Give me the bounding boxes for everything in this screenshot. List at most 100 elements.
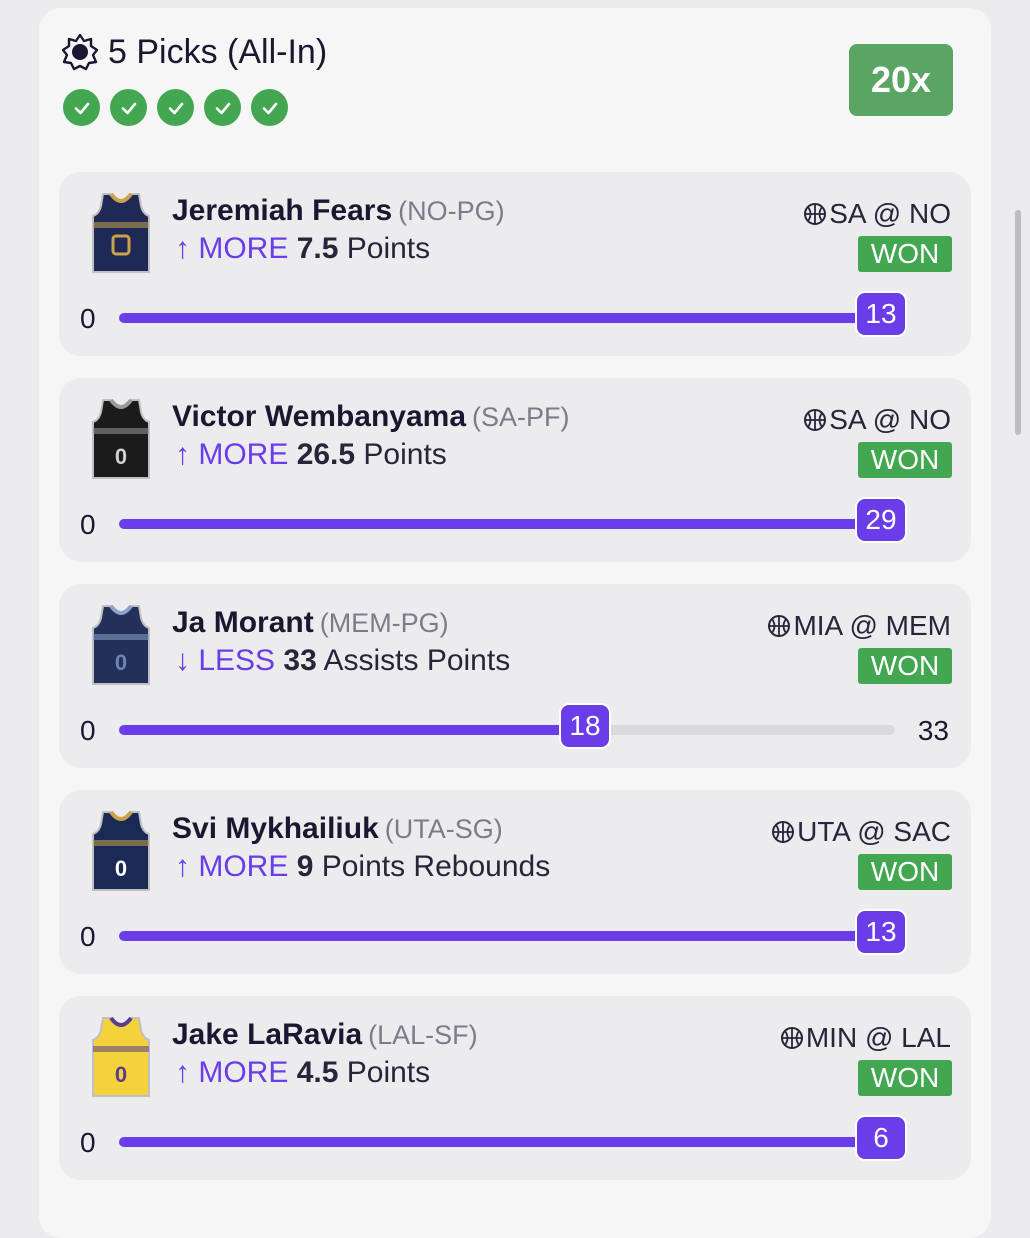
player-name-text: Victor Wembanyama [172, 400, 467, 433]
pick-target: 26.5 [296, 438, 356, 471]
actual-value-badge: 18 [559, 703, 611, 749]
progress-min: 0 [80, 303, 96, 334]
result-badge: WON [858, 854, 952, 890]
pick-stat: Assists Points [323, 644, 511, 677]
player-name: Ja Morant (MEM-PG) [172, 606, 449, 640]
jersey-number: 0 [115, 1062, 127, 1087]
game-matchup: MIN @ LAL [805, 1022, 951, 1053]
jersey-icon: 0 [92, 1016, 150, 1097]
progress-min: 0 [80, 509, 96, 540]
progress-fill [119, 313, 895, 323]
direction-arrow-icon: ↓ [175, 644, 190, 677]
direction-arrow-icon: ↑ [175, 1056, 190, 1089]
result-badge: WON [858, 442, 952, 478]
player-position: (LAL-SF) [368, 1020, 478, 1050]
pick-direction: MORE [198, 1056, 289, 1089]
progress-max: 33 [917, 715, 949, 746]
jersey-icon: 0 [92, 810, 150, 891]
game-matchup: UTA @ SAC [797, 816, 951, 847]
progress-fill [119, 1137, 895, 1147]
player-position: (NO-PG) [398, 196, 505, 226]
player-name-text: Jake LaRavia [172, 1018, 363, 1051]
jersey-icon: 0 [92, 604, 150, 685]
pick-direction: MORE [198, 438, 289, 471]
pick-stat: Points Rebounds [321, 850, 551, 883]
pick-target: 7.5 [296, 232, 339, 265]
game-info: MIA @ MEM [767, 610, 951, 642]
game-matchup: SA @ NO [829, 198, 951, 229]
check-icon [251, 89, 288, 126]
basketball-icon [768, 615, 791, 637]
check-icon [204, 89, 241, 126]
pick-direction: MORE [198, 850, 289, 883]
game-info: UTA @ SAC [771, 816, 951, 848]
pick-line: ↓ LESS 33 Assists Points [175, 644, 510, 678]
jersey-icon: 0 [92, 398, 150, 479]
player-name-text: Jeremiah Fears [172, 194, 393, 227]
pick-line: ↑ MORE 9 Points Rebounds [175, 850, 550, 884]
pick-card[interactable]: Jeremiah Fears (NO-PG) ↑ MORE 7.5 Points … [59, 172, 971, 356]
actual-value-badge: 13 [855, 291, 907, 337]
pick-target: 9 [296, 850, 314, 883]
player-name: Jeremiah Fears (NO-PG) [172, 194, 505, 228]
player-position: (UTA-SG) [384, 814, 503, 844]
jersey-icon [92, 192, 150, 273]
progress-track: 13 [119, 909, 907, 955]
progress-fill [119, 519, 895, 529]
pick-line: ↑ MORE 4.5 Points [175, 1056, 430, 1090]
check-icon [110, 89, 147, 126]
player-name: Jake LaRavia (LAL-SF) [172, 1018, 478, 1052]
check-icon [63, 89, 100, 126]
check-icon [157, 89, 194, 126]
pick-stat: Points [363, 438, 447, 471]
basketball-icon [804, 203, 827, 225]
basketball-icon [804, 409, 827, 431]
progress-min: 0 [80, 715, 96, 746]
pick-card[interactable]: 0 Victor Wembanyama (SA-PF) ↑ MORE 26.5 P… [59, 378, 971, 562]
progress-min: 0 [80, 1127, 96, 1158]
game-info: MIN @ LAL [780, 1022, 951, 1054]
result-badge: WON [858, 236, 952, 272]
player-position: (MEM-PG) [319, 608, 449, 638]
pick-direction: MORE [198, 232, 289, 265]
pick-card[interactable]: 0 Svi Mykhailiuk (UTA-SG) ↑ MORE 9 Points… [59, 790, 971, 974]
pick-stat: Points [346, 1056, 431, 1089]
pick-target: 4.5 [296, 1056, 339, 1089]
progress-track: 6 [119, 1115, 907, 1161]
scrollbar[interactable] [1015, 210, 1021, 435]
actual-value-badge: 29 [855, 497, 907, 543]
jersey-number: 0 [115, 650, 127, 675]
pick-stat: Points [346, 232, 431, 265]
progress-min: 0 [80, 921, 96, 952]
actual-value-badge: 13 [855, 909, 907, 955]
basketball-icon [780, 1027, 803, 1049]
progress-fill [119, 725, 585, 735]
title-row: 5 Picks (All-In) [60, 30, 327, 74]
progress-track: 18 [119, 703, 895, 749]
player-name-text: Ja Morant [172, 606, 314, 639]
player-position: (SA-PF) [472, 402, 570, 432]
direction-arrow-icon: ↑ [175, 232, 190, 265]
sun-icon [61, 33, 99, 71]
game-info: SA @ NO [803, 404, 951, 436]
player-name-text: Svi Mykhailiuk [172, 812, 379, 845]
jersey-number: 0 [115, 444, 127, 469]
jersey-number: 0 [115, 856, 127, 881]
game-info: SA @ NO [803, 198, 951, 230]
multiplier-badge: 20x [849, 44, 953, 116]
direction-arrow-icon: ↑ [175, 438, 190, 471]
pick-card[interactable]: 0 Jake LaRavia (LAL-SF) ↑ MORE 4.5 Points… [59, 996, 971, 1180]
direction-arrow-icon: ↑ [175, 850, 190, 883]
pick-direction: LESS [198, 644, 276, 677]
pick-line: ↑ MORE 26.5 Points [175, 438, 447, 472]
page-title: 5 Picks (All-In) [108, 32, 328, 71]
player-name: Victor Wembanyama (SA-PF) [172, 400, 570, 434]
entry-header: 5 Picks (All-In) 20x [60, 30, 972, 130]
game-matchup: SA @ NO [829, 404, 951, 435]
player-name: Svi Mykhailiuk (UTA-SG) [172, 812, 503, 846]
result-badge: WON [858, 648, 952, 684]
result-badge: WON [858, 1060, 952, 1096]
pick-line: ↑ MORE 7.5 Points [175, 232, 430, 266]
pick-card[interactable]: 0 Ja Morant (MEM-PG) ↓ LESS 33 Assists Po… [59, 584, 971, 768]
game-matchup: MIA @ MEM [793, 610, 951, 641]
